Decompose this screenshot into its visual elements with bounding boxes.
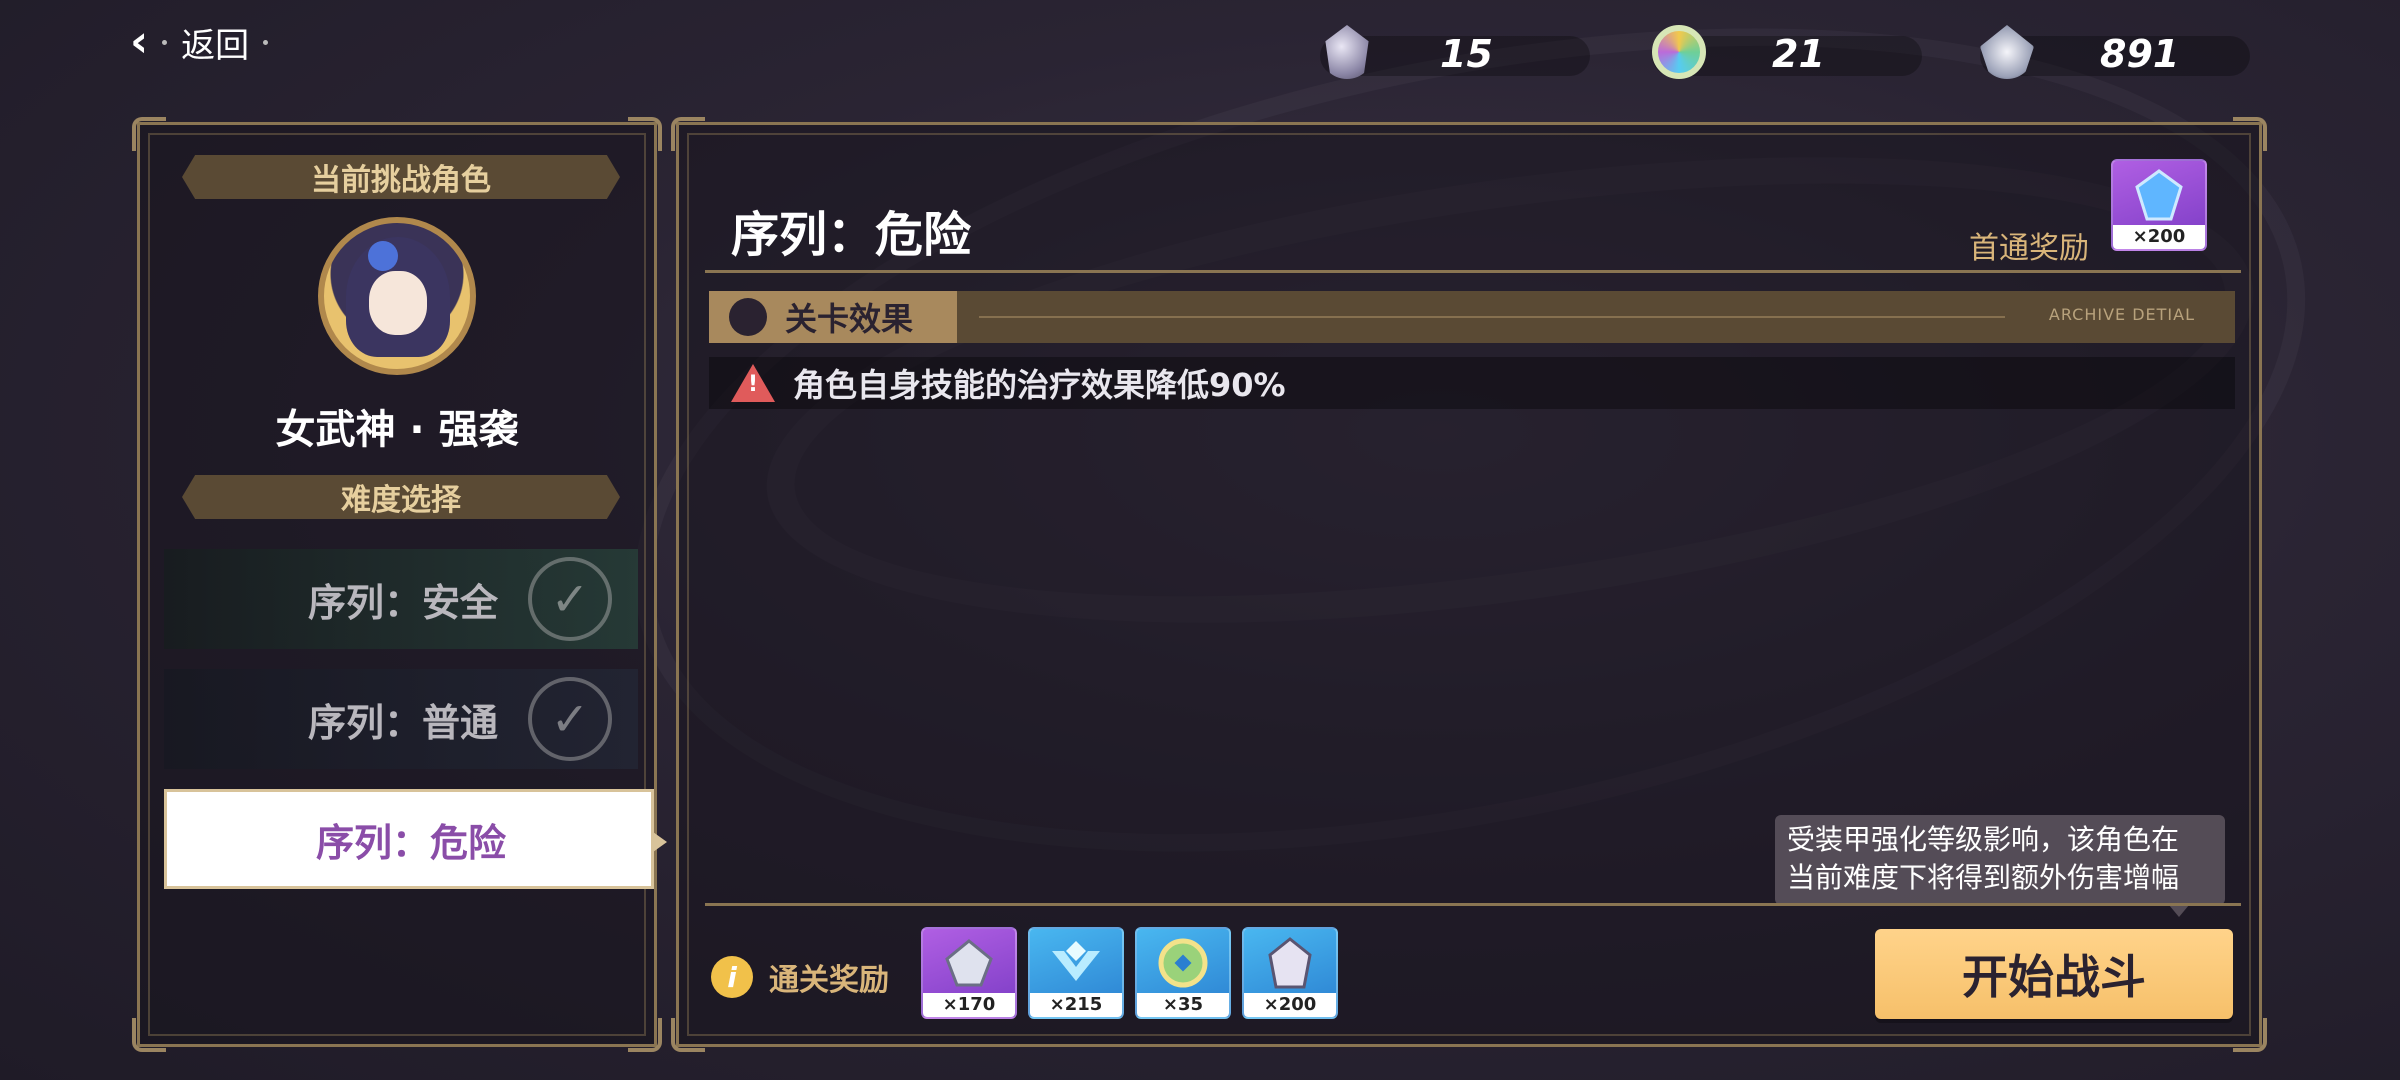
- frame-corner: [628, 1018, 662, 1052]
- frame-corner: [2233, 1018, 2267, 1052]
- rainbow-coin-icon: [1137, 929, 1229, 997]
- resource-counter-crystal: 15: [1320, 25, 1590, 79]
- character-avatar[interactable]: [318, 217, 476, 375]
- frame-corner: [671, 117, 705, 151]
- blue-chevron-icon: [1030, 929, 1122, 997]
- separator-dot: [263, 39, 269, 45]
- difficulty-option-normal[interactable]: 序列：普通 ✓: [164, 669, 638, 769]
- feather-badge-icon: [923, 929, 1015, 997]
- frame-corner: [132, 1018, 166, 1052]
- divider-line: [705, 270, 2241, 273]
- resource-value: 21: [1772, 32, 1825, 76]
- resource-value: 891: [2100, 32, 2180, 76]
- stage-effect-label: 关卡效果: [785, 300, 914, 338]
- first-clear-reward-tile[interactable]: ×200: [2111, 159, 2207, 251]
- back-button[interactable]: ‹ 返回: [130, 16, 269, 67]
- checkmark-icon: ✓: [528, 557, 612, 641]
- frame-corner: [671, 1018, 705, 1052]
- difficulty-label: 序列：危险: [315, 820, 506, 865]
- reward-count: ×170: [923, 993, 1015, 1017]
- rainbow-coin-icon: [1652, 25, 1706, 79]
- difficulty-tooltip: 受装甲强化等级影响，该角色在 当前难度下将得到额外伤害增幅: [1775, 815, 2225, 917]
- frame-corner: [2233, 117, 2267, 151]
- current-challenge-banner: 当前挑战角色: [182, 155, 620, 199]
- reward-count: ×200: [1244, 993, 1336, 1017]
- clear-reward-tile[interactable]: ×215: [1028, 927, 1124, 1019]
- radiation-icon: [729, 298, 767, 336]
- resource-value: 15: [1440, 32, 1493, 76]
- first-clear-label: 首通奖励: [1969, 231, 2089, 266]
- info-icon[interactable]: i: [711, 956, 753, 998]
- reward-count: ×35: [1137, 993, 1229, 1017]
- clear-reward-label-group[interactable]: i 通关奖励: [711, 955, 889, 999]
- character-name: 女武神 · 强袭: [275, 407, 519, 453]
- reward-count: ×215: [1030, 993, 1122, 1017]
- avatar-face: [369, 271, 427, 335]
- clear-reward-tile[interactable]: ×200: [1242, 927, 1338, 1019]
- stage-effect-item: ! 角色自身技能的治疗效果降低90%: [709, 357, 2235, 409]
- difficulty-label: 序列：安全: [307, 580, 498, 625]
- stage-detail-panel: 序列：危险 首通奖励 ×200 关卡效果 ARCHIVE DETIAL ! 角色…: [671, 117, 2267, 1052]
- back-label: 返回: [181, 25, 250, 66]
- resource-counter-coin: 21: [1652, 25, 1922, 79]
- chevron-left-icon: ‹: [130, 16, 149, 67]
- stage-effect-tag: 关卡效果: [709, 291, 957, 343]
- stage-title: 序列：危险: [731, 207, 972, 263]
- tooltip-line: 受装甲强化等级影响，该角色在: [1787, 823, 2180, 856]
- tooltip-line: 当前难度下将得到额外伤害增幅: [1787, 861, 2180, 894]
- difficulty-label: 序列：普通: [307, 700, 498, 745]
- separator-dot: [162, 39, 168, 45]
- clear-reward-tile[interactable]: ×170: [921, 927, 1017, 1019]
- warning-icon: !: [731, 364, 775, 402]
- crystal-shard-icon: [1244, 929, 1336, 997]
- avatar-flower: [368, 241, 398, 271]
- difficulty-banner: 难度选择: [182, 475, 620, 519]
- clear-reward-tile[interactable]: ×35: [1135, 927, 1231, 1019]
- stage-effect-text: 角色自身技能的治疗效果降低90%: [793, 366, 1286, 404]
- divider-line: [705, 903, 2241, 906]
- archive-detail-caption: ARCHIVE DETIAL: [2048, 305, 2195, 324]
- start-battle-button[interactable]: 开始战斗: [1875, 929, 2233, 1019]
- difficulty-option-danger[interactable]: 序列：危险: [164, 789, 667, 889]
- blue-crystal-icon: [2113, 161, 2205, 229]
- frame-corner: [132, 117, 166, 151]
- frame-corner: [628, 117, 662, 151]
- header-rule: [979, 316, 2005, 318]
- clear-reward-label: 通关奖励: [769, 963, 889, 998]
- reward-count: ×200: [2113, 225, 2205, 249]
- character-panel: 当前挑战角色 女武神 · 强袭 难度选择 序列：安全 ✓ 序列：普通 ✓ 序列：…: [132, 117, 667, 1052]
- stage-effect-header: 关卡效果 ARCHIVE DETIAL: [709, 291, 2235, 343]
- resource-counter-feather: 891: [1980, 25, 2250, 79]
- difficulty-option-safe[interactable]: 序列：安全 ✓: [164, 549, 638, 649]
- checkmark-icon: ✓: [528, 677, 612, 761]
